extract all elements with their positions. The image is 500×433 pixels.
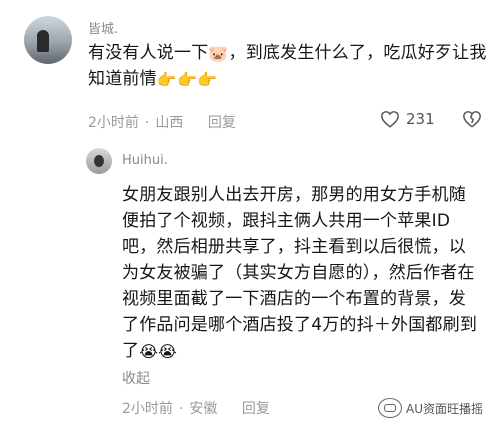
pointing-hand-icon: 👉 [176, 70, 198, 89]
like-count: 231 [406, 110, 435, 128]
reply-location: 安徽 [189, 401, 218, 417]
crying-face-icon: 😭 [139, 342, 159, 361]
commenter-avatar[interactable] [24, 16, 72, 64]
wechat-icon [378, 398, 402, 418]
reply-meta: 2小时前 · 安徽 回复 [122, 401, 270, 417]
comment-time: 2小时前 [88, 115, 139, 131]
reply-text: 女朋友跟别人出去开房，那男的用女方手机随便拍了个视频，跟抖主俩人共用一个苹果ID… [122, 182, 482, 364]
comment-location: 山西 [155, 115, 184, 131]
reply-text-body: 女朋友跟别人出去开房，那男的用女方手机随便拍了个视频，跟抖主俩人共用一个苹果ID… [122, 185, 478, 361]
pointing-hand-icon: 👉 [156, 70, 177, 89]
heart-icon [381, 111, 399, 128]
comment-text-part1: 有没有人说一下 [88, 43, 209, 63]
comment-text: 有没有人说一下🐷，到底发生什么了，吃瓜好歹让我知道前情👉👉👉 [88, 40, 488, 92]
dislike-button[interactable] [462, 110, 482, 130]
watermark: AU资面旺播摇 [378, 398, 483, 418]
comment-reply-button[interactable]: 回复 [208, 115, 236, 131]
collapse-button[interactable]: 收起 [122, 368, 150, 388]
pig-face-icon: 🐷 [208, 44, 229, 63]
reply-reply-button[interactable]: 回复 [242, 401, 270, 417]
watermark-text: AU资面旺播摇 [406, 401, 483, 416]
replier-username[interactable]: Huihui. [122, 153, 168, 168]
reply-time: 2小时前 [122, 401, 173, 417]
replier-avatar[interactable] [86, 148, 112, 174]
comment-meta: 2小时前 · 山西 回复 [88, 115, 236, 131]
broken-heart-icon [463, 111, 481, 128]
crying-face-icon: 😭 [158, 342, 178, 361]
pointing-hand-icon: 👉 [197, 70, 218, 89]
commenter-username[interactable]: 皆城. [88, 18, 118, 37]
like-button[interactable]: 231 [380, 110, 435, 128]
